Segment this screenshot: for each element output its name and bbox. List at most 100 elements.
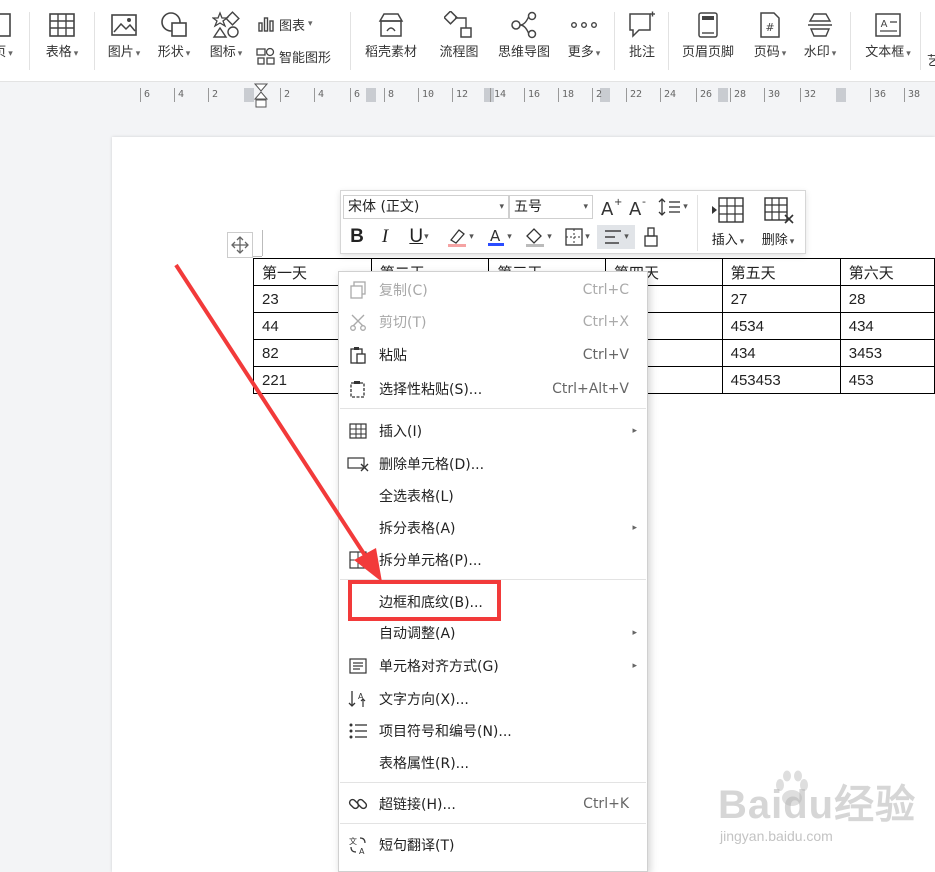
table-borders-button[interactable]: ▾ <box>559 225 595 249</box>
chevron-right-icon: ▸ <box>632 426 637 436</box>
menu-item-cell-alignment[interactable]: 单元格对齐方式(G) ▸ <box>339 651 647 681</box>
ribbon-page-number-button[interactable]: # 页码 ▾ <box>748 10 792 74</box>
shading-color-button[interactable]: ▾ <box>519 225 557 249</box>
table-cell[interactable]: 453 <box>839 366 935 394</box>
cell-align-icon <box>347 655 369 677</box>
ribbon-table-button[interactable]: 表格 ▾ <box>38 10 86 74</box>
menu-item-auto-fit[interactable]: 自动调整(A) ▸ <box>339 618 647 648</box>
ruler-tick: 18 <box>558 88 574 102</box>
ruler-tick: 2 <box>280 88 290 102</box>
delete-row-col-button[interactable]: 删除 ▾ <box>753 195 803 251</box>
ribbon-header-footer-button[interactable]: 页眉页脚 <box>676 10 740 74</box>
font-name-select[interactable]: 宋体 (正文) ▾ <box>343 195 509 219</box>
table-header-cell[interactable]: 第五天 <box>721 258 841 286</box>
menu-item-paste[interactable]: 粘贴 Ctrl+V <box>339 340 647 370</box>
ruler-tick: 10 <box>418 88 434 102</box>
insert-row-col-button[interactable]: 插入 ▾ <box>703 195 753 251</box>
grow-font-icon: A + <box>601 197 622 217</box>
menu-item-select-table[interactable]: 全选表格(L) <box>339 481 647 511</box>
ribbon-chart-button[interactable]: 图表 ▾ <box>256 14 313 34</box>
table-move-handle[interactable] <box>227 232 253 258</box>
bold-button[interactable]: B <box>345 225 369 249</box>
ruler-tick: 36 <box>870 88 886 102</box>
annotation-highlight-box <box>348 580 501 621</box>
ribbon-mindmap-button[interactable]: 思维导图 <box>492 10 556 74</box>
table-cell[interactable]: 434 <box>721 339 841 367</box>
italic-button[interactable]: I <box>373 225 397 249</box>
format-painter-button[interactable] <box>639 225 663 249</box>
split-cell-icon <box>347 549 369 571</box>
ribbon-docer-material-button[interactable]: 稻壳素材 <box>358 10 424 74</box>
font-size-select[interactable]: 五号 ▾ <box>509 195 593 219</box>
menu-item-bullets-numbering[interactable]: 项目符号和编号(N)... <box>339 716 647 746</box>
ribbon-separator <box>668 12 669 70</box>
ribbon-watermark-button[interactable]: 水印 ▾ <box>798 10 842 74</box>
ruler-column-marker[interactable] <box>366 88 376 102</box>
ribbon-picture-button[interactable]: 图片 ▾ <box>102 10 146 74</box>
borders-icon <box>565 228 583 246</box>
ribbon-page-button-cut[interactable]: 页▾ <box>0 10 18 74</box>
underline-button[interactable]: U ▾ <box>401 225 437 249</box>
ribbon-flowchart-button[interactable]: 流程图 <box>434 10 484 74</box>
table-cell[interactable]: 4534 <box>721 312 841 340</box>
horizontal-ruler[interactable]: 6 4 2 2 4 6 8 10 12 14 16 18 2 22 24 26 … <box>0 82 935 108</box>
line-spacing-button[interactable]: ▾ <box>655 195 691 219</box>
highlight-color-button[interactable]: ▾ <box>441 225 479 249</box>
svg-text:+: + <box>614 197 622 208</box>
ruler-tick: 12 <box>452 88 468 102</box>
ribbon-shape-button[interactable]: 形状 ▾ <box>152 10 196 74</box>
shrink-font-icon: A- <box>629 197 646 217</box>
table-cell[interactable]: 453453 <box>721 366 841 394</box>
menu-item-split-cell[interactable]: 拆分单元格(P)... <box>339 545 647 575</box>
shrink-font-button[interactable]: A- <box>627 195 651 219</box>
menu-separator <box>340 823 646 824</box>
menu-item-translate[interactable]: 文A 短句翻译(T) <box>339 830 647 860</box>
toolbar-separator <box>697 195 698 251</box>
move-arrows-icon <box>231 236 249 254</box>
menu-item-split-table[interactable]: 拆分表格(A) ▸ <box>339 513 647 543</box>
shape-icon <box>159 10 189 40</box>
highlighter-icon <box>448 229 467 247</box>
paste-icon <box>347 344 369 366</box>
ribbon-icons-button[interactable]: 图标 ▾ <box>204 10 248 74</box>
font-color-icon: A <box>488 227 505 246</box>
align-button[interactable]: ▾ <box>597 225 635 249</box>
ribbon-art-text-button-cut[interactable]: 艺 <box>927 50 935 69</box>
delete-table-icon <box>764 197 794 224</box>
ribbon-smart-graphic-button[interactable]: 智能图形 <box>256 46 331 66</box>
table-cell[interactable]: 434 <box>839 312 935 340</box>
menu-item-cut[interactable]: 剪切(T) Ctrl+X <box>339 307 647 337</box>
ruler-column-marker[interactable] <box>718 88 728 102</box>
table-header-cell[interactable]: 第六天 <box>839 258 935 286</box>
ribbon-separator <box>29 12 30 70</box>
menu-item-insert[interactable]: 插入(I) ▸ <box>339 416 647 446</box>
ribbon-textbox-button[interactable]: A 文本框 ▾ <box>860 10 916 74</box>
menu-item-text-direction[interactable]: A 文字方向(X)... <box>339 684 647 714</box>
font-color-button[interactable]: A ▾ <box>481 225 517 249</box>
table-cell[interactable]: 3453 <box>839 339 935 367</box>
menu-item-delete-cell[interactable]: 删除单元格(D)... <box>339 449 647 479</box>
table-icon <box>47 10 77 40</box>
menu-item-copy[interactable]: 复制(C) Ctrl+C <box>339 275 647 305</box>
menu-item-paste-special[interactable]: 选择性粘贴(S)... Ctrl+Alt+V <box>339 374 647 404</box>
table-cell[interactable]: 27 <box>721 285 841 313</box>
watermark-brand: Baidu经验 <box>718 783 917 827</box>
ruler-column-marker[interactable] <box>836 88 846 102</box>
ruler-margin-marker <box>244 88 254 102</box>
ruler-tick: 32 <box>800 88 816 102</box>
bulleted-list-icon <box>347 720 369 742</box>
ruler-indent-marker[interactable] <box>254 82 268 110</box>
ruler-tick: 38 <box>904 88 920 102</box>
ribbon-more-button[interactable]: 更多 ▾ <box>562 10 606 74</box>
ribbon-separator <box>614 12 615 70</box>
mindmap-icon <box>509 10 539 40</box>
menu-separator <box>340 782 646 783</box>
ruler-tick: 28 <box>730 88 746 102</box>
menu-item-table-properties[interactable]: 表格属性(R)... <box>339 748 647 778</box>
ribbon-toolbar: 页▾ 表格▾ 图片▾ 形状▾ 图标▾ 图表▾ <box>0 0 935 82</box>
menu-item-hyperlink[interactable]: 超链接(H)... Ctrl+K <box>339 789 647 819</box>
ribbon-separator <box>350 12 351 70</box>
grow-font-button[interactable]: A + <box>599 195 623 219</box>
ribbon-comment-button[interactable]: 批注 <box>622 10 662 74</box>
table-cell[interactable]: 28 <box>839 285 935 313</box>
